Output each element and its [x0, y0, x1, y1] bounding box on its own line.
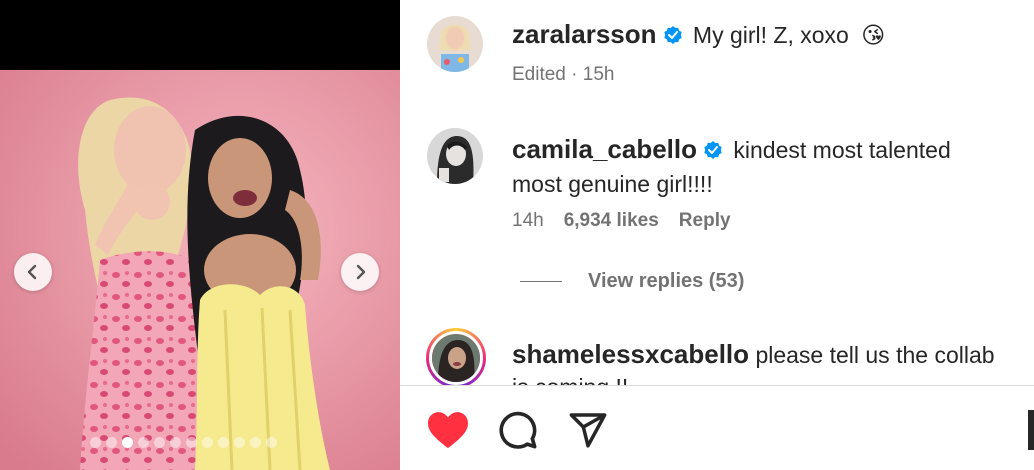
- comment-text-line1: please tell us the collab: [755, 342, 995, 368]
- avatar-shamelessxcabello[interactable]: [426, 328, 486, 385]
- carousel-next-button[interactable]: [341, 253, 379, 291]
- avatar-image: [427, 128, 483, 184]
- carousel-dot: [122, 437, 133, 448]
- like-button[interactable]: [426, 408, 470, 452]
- comment-likes[interactable]: 6,934 likes: [564, 210, 659, 232]
- carousel-dot: [234, 437, 245, 448]
- carousel-dot: [90, 437, 101, 448]
- avatar-image: [427, 16, 483, 72]
- comment-shamelessxcabello: shamelessxcabello please tell us the col…: [512, 338, 1027, 385]
- caption-meta: Edited · 15h: [512, 64, 614, 86]
- share-button[interactable]: [566, 408, 610, 452]
- comment-button[interactable]: [496, 408, 540, 452]
- bookmark-icon[interactable]: [1028, 410, 1034, 450]
- photo-illustration: [0, 70, 400, 470]
- comment-text-line2: is coming !!: [512, 374, 628, 385]
- caption: zaralarsson My girl! Z, xoxo 😘: [512, 18, 1027, 53]
- carousel-dot: [186, 437, 197, 448]
- kiss-emoji: 😘: [861, 22, 886, 48]
- carousel-dot: [266, 437, 277, 448]
- carousel-dot: [218, 437, 229, 448]
- carousel-dot: [106, 437, 117, 448]
- comment-text-line1: kindest most talented: [733, 137, 951, 163]
- reply-button[interactable]: Reply: [679, 210, 731, 232]
- carousel-dots: [90, 437, 277, 448]
- caption-edited-time: Edited · 15h: [512, 64, 615, 85]
- comment-camila-cabello: camila_cabello kindest most talented mos…: [512, 133, 1027, 200]
- comments-panel: zaralarsson My girl! Z, xoxo 😘 Edited · …: [400, 0, 1034, 470]
- caption-text: My girl! Z, xoxo: [692, 22, 849, 48]
- caption-username[interactable]: zaralarsson: [512, 19, 657, 49]
- carousel-dot: [154, 437, 165, 448]
- carousel-dot: [202, 437, 213, 448]
- chevron-right-icon: [356, 264, 366, 280]
- post-media: [0, 0, 400, 470]
- avatar-zaralarsson[interactable]: [427, 16, 483, 72]
- avatar-image: [432, 334, 480, 382]
- comment-username[interactable]: camila_cabello: [512, 134, 697, 164]
- actions-divider: [400, 385, 1034, 386]
- chevron-left-icon: [27, 264, 37, 280]
- paper-plane-icon: [569, 413, 607, 448]
- comment-text-line2: most genuine girl!!!!: [512, 171, 713, 197]
- view-replies-label: View replies (53): [588, 270, 745, 292]
- verified-badge-icon: [663, 21, 683, 53]
- post-photo[interactable]: [0, 70, 400, 470]
- comment-username[interactable]: shamelessxcabello: [512, 339, 749, 369]
- carousel-dot: [170, 437, 181, 448]
- heart-filled-icon: [428, 412, 468, 449]
- comment-meta: 14h 6,934 likes Reply: [512, 210, 731, 232]
- comment-time: 14h: [512, 210, 544, 231]
- verified-badge-icon: [703, 136, 723, 168]
- replies-divider-line: [520, 281, 562, 282]
- view-replies-button[interactable]: View replies (53): [520, 270, 744, 293]
- comment-icon: [499, 411, 537, 449]
- carousel-dot: [138, 437, 149, 448]
- carousel-dot: [250, 437, 261, 448]
- carousel-prev-button[interactable]: [14, 253, 52, 291]
- comments-list: zaralarsson My girl! Z, xoxo 😘 Edited · …: [400, 0, 1034, 385]
- avatar-camila-cabello[interactable]: [427, 128, 483, 184]
- post-actions: [426, 408, 610, 452]
